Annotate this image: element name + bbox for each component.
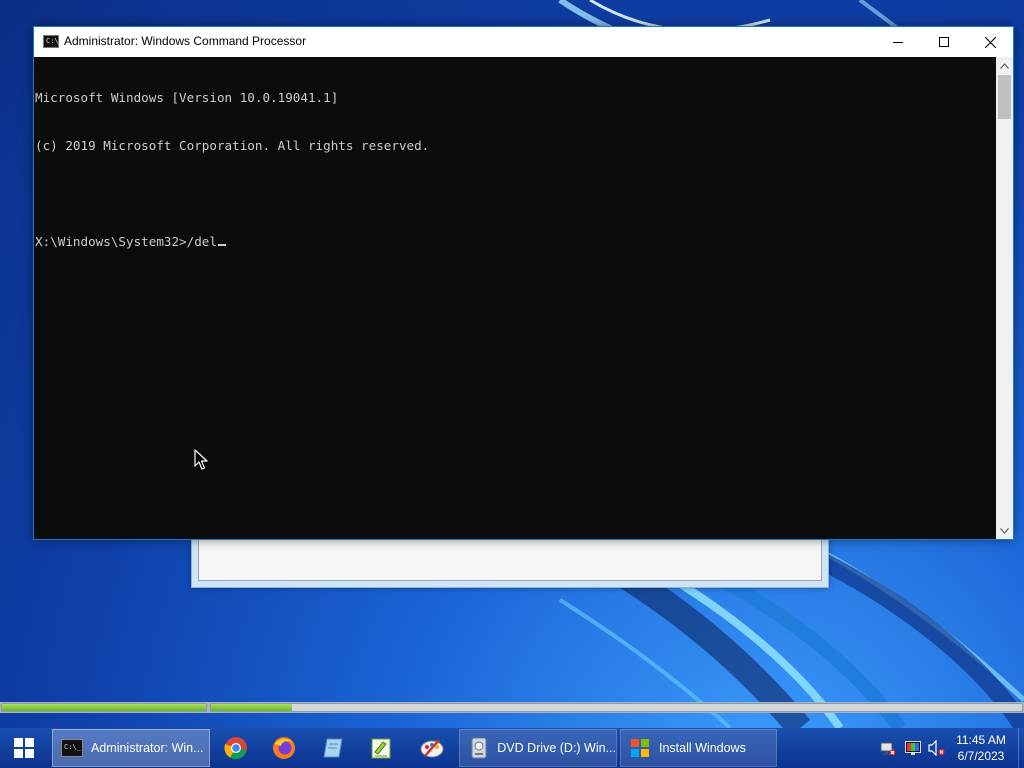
taskbar-item-cmd[interactable]: C:\_ Administrator: Win... xyxy=(52,729,210,767)
show-desktop-button[interactable] xyxy=(1018,728,1024,768)
chevron-up-icon xyxy=(1000,62,1009,69)
progress-fill xyxy=(211,704,293,711)
network-disconnected-icon[interactable] xyxy=(880,740,896,756)
install-windows-content-area xyxy=(198,537,822,581)
console-output[interactable]: Microsoft Windows [Version 10.0.19041.1]… xyxy=(34,57,996,539)
cmd-icon: C:\_ xyxy=(61,737,83,759)
scroll-up-button[interactable] xyxy=(996,57,1013,74)
taskbar-item-dvd-drive[interactable]: DVD Drive (D:) Win... xyxy=(459,729,617,767)
progress-fill xyxy=(2,704,206,711)
window-title: Administrator: Windows Command Processor xyxy=(64,34,307,48)
clock-time: 11:45 AM xyxy=(956,733,1006,747)
volume-muted-icon[interactable] xyxy=(928,739,945,757)
progress-bar-installing-windows xyxy=(210,703,1023,712)
svg-text:C:\_: C:\_ xyxy=(64,743,82,751)
vertical-scrollbar[interactable] xyxy=(996,57,1013,539)
maximize-button[interactable] xyxy=(921,27,967,57)
taskbar-pin-paint[interactable] xyxy=(408,729,456,767)
scrollbar-thumb[interactable] xyxy=(998,75,1011,119)
clock-date: 6/7/2023 xyxy=(957,749,1005,763)
cmd-titlebar[interactable]: C:\_ Administrator: Windows Command Proc… xyxy=(34,27,1013,57)
taskbar: C:\_ Administrator: Win... DVD Drive (D:… xyxy=(0,728,1024,768)
text-cursor xyxy=(217,244,226,246)
desktop: C:\_ Administrator: Windows Command Proc… xyxy=(0,0,1024,728)
firefox-icon xyxy=(273,737,295,759)
taskbar-item-label: Administrator: Win... xyxy=(91,741,204,755)
cmd-icon: C:\_ xyxy=(43,35,63,48)
chevron-down-icon xyxy=(1000,527,1009,534)
setup-progress-strip xyxy=(0,702,1024,713)
minimize-icon xyxy=(893,42,903,43)
chrome-icon xyxy=(224,737,247,760)
console-line: (c) 2019 Microsoft Corporation. All righ… xyxy=(35,138,430,153)
taskbar-pin-notepad[interactable] xyxy=(309,729,357,767)
progress-bar-collecting-information xyxy=(1,703,207,712)
system-tray xyxy=(878,728,954,768)
windows-logo-icon xyxy=(14,738,34,758)
paint-icon xyxy=(420,739,444,758)
close-button[interactable] xyxy=(967,27,1013,57)
minimize-button[interactable] xyxy=(875,27,921,57)
command-prompt-input[interactable]: X:\Windows\System32>/del xyxy=(35,234,217,249)
taskbar-pin-chrome[interactable] xyxy=(212,729,260,767)
scroll-down-button[interactable] xyxy=(996,522,1013,539)
clock[interactable]: 11:45 AM 6/7/2023 xyxy=(950,732,1012,764)
display-color-icon[interactable] xyxy=(905,740,921,756)
taskbar-item-label: DVD Drive (D:) Win... xyxy=(497,741,616,755)
taskbar-item-install-windows[interactable]: Install Windows xyxy=(620,729,777,767)
dvd-drive-icon xyxy=(468,737,489,759)
taskbar-item-label: Install Windows xyxy=(659,741,746,755)
notepadpp-icon xyxy=(371,738,391,759)
taskbar-pin-firefox[interactable] xyxy=(260,729,308,767)
taskbar-pin-notepadpp[interactable] xyxy=(357,729,405,767)
windows-setup-icon xyxy=(629,737,651,759)
close-icon xyxy=(984,36,996,48)
console-line: Microsoft Windows [Version 10.0.19041.1] xyxy=(35,90,339,105)
mouse-pointer-icon xyxy=(194,449,208,470)
start-button[interactable] xyxy=(0,728,48,768)
cmd-window[interactable]: C:\_ Administrator: Windows Command Proc… xyxy=(33,26,1014,540)
notepad-icon xyxy=(323,738,343,758)
maximize-icon xyxy=(939,37,949,47)
